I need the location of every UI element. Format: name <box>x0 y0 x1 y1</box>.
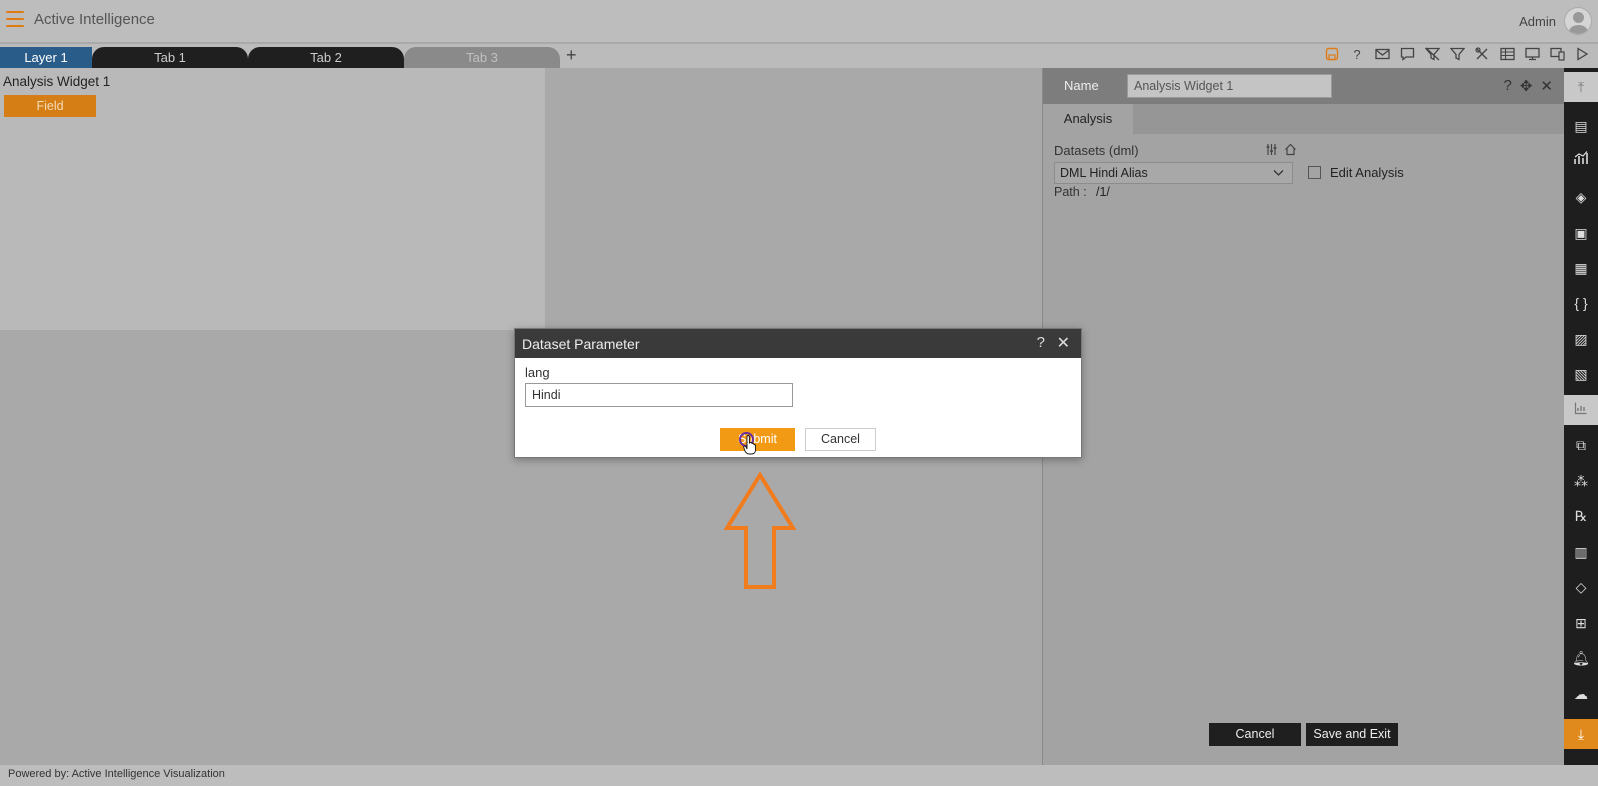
path-value: /1/ <box>1096 185 1110 199</box>
help-icon[interactable]: ? <box>1504 77 1512 95</box>
close-icon[interactable]: ✕ <box>1057 333 1070 353</box>
tab-analysis[interactable]: Analysis <box>1043 104 1133 134</box>
tab-3[interactable]: Tab 3 <box>404 47 560 68</box>
devices-icon[interactable] <box>1549 47 1565 63</box>
panel-cancel-button[interactable]: Cancel <box>1209 723 1301 746</box>
collapse-up-icon[interactable]: ⤒ <box>1564 72 1598 102</box>
field-button[interactable]: Field <box>4 95 96 117</box>
layers-icon[interactable]: ◇ <box>1564 572 1598 602</box>
play-icon[interactable] <box>1574 47 1590 63</box>
save-icon[interactable] <box>1324 47 1340 63</box>
chevron-down-icon <box>1273 163 1284 190</box>
add-tab-button[interactable]: + <box>566 45 577 66</box>
add-widget-icon[interactable]: ⊞ <box>1564 608 1598 638</box>
code-widget-icon[interactable]: { } <box>1564 288 1598 318</box>
footer: Powered by: Active Intelligence Visualiz… <box>0 765 1598 786</box>
hand-cursor-icon <box>743 435 756 455</box>
dataset-select[interactable]: DML Hindi Alias <box>1054 162 1293 184</box>
avatar[interactable] <box>1564 7 1592 35</box>
clear-filter-icon[interactable] <box>1424 47 1440 63</box>
report-widget-icon[interactable]: ▣ <box>1564 218 1598 248</box>
path-label: Path : <box>1054 185 1087 199</box>
edit-analysis-checkbox[interactable] <box>1308 166 1321 179</box>
move-icon[interactable]: ✥ <box>1520 77 1533 95</box>
toolbar: ? <box>1324 47 1590 63</box>
pivot-widget-icon[interactable]: ▧ <box>1564 359 1598 389</box>
cloud-upload-icon[interactable]: ☁ <box>1564 679 1598 709</box>
home-icon[interactable] <box>1284 143 1297 159</box>
param-label: lang <box>525 365 550 380</box>
footer-text: Powered by: Active Intelligence Visualiz… <box>8 768 225 780</box>
download-icon[interactable]: ⤓ <box>1564 719 1598 749</box>
comment-icon[interactable] <box>1399 47 1415 63</box>
alert-icon[interactable]: 🔔︎ <box>1564 643 1598 673</box>
submit-button[interactable]: Submit <box>720 428 795 451</box>
tab-2[interactable]: Tab 2 <box>248 47 404 68</box>
monitor-icon[interactable] <box>1524 47 1540 63</box>
panel-tabs: Analysis <box>1043 104 1565 134</box>
panel-header-icons: ? ✥ ✕ <box>1504 77 1554 95</box>
mail-icon[interactable] <box>1374 47 1390 63</box>
widget-name-input[interactable]: Analysis Widget 1 <box>1127 74 1332 98</box>
tools-icon[interactable] <box>1474 47 1490 63</box>
rx-widget-icon[interactable]: ℞ <box>1564 501 1598 531</box>
app-header: Active Intelligence Admin <box>0 0 1598 42</box>
document-widget-icon[interactable]: ▦ <box>1564 253 1598 283</box>
tab-1[interactable]: Tab 1 <box>92 47 248 68</box>
filter-icon[interactable] <box>1449 47 1465 63</box>
dataset-actions <box>1265 143 1297 159</box>
up-arrow-annotation <box>724 472 796 589</box>
form-widget-icon[interactable]: ▥ <box>1564 537 1598 567</box>
tab-bar: Layer 1 Tab 1 Tab 2 Tab 3 + ? <box>0 44 1598 68</box>
grid-widget-icon[interactable]: ▤ <box>1564 111 1598 141</box>
user-name[interactable]: Admin <box>1519 14 1556 29</box>
right-sidebar: ⤒ ▤ ◈ ▣ ▦ { } ▨ ▧ ⧉ ⁂ ℞ ▥ ◇ ⊞ 🔔︎ ☁ ⤓ <box>1564 68 1598 769</box>
chart-widget-icon[interactable] <box>1564 146 1598 176</box>
copy-widget-icon[interactable]: ⧉ <box>1564 430 1598 460</box>
sliders-icon[interactable] <box>1265 143 1278 159</box>
map-widget-icon[interactable]: ◈ <box>1564 182 1598 212</box>
app-title: Active Intelligence <box>34 11 155 28</box>
panel-header: Name Analysis Widget 1 ? ✥ ✕ <box>1043 68 1565 104</box>
table-icon[interactable] <box>1499 47 1515 63</box>
help-icon[interactable]: ? <box>1037 334 1045 351</box>
dataset-parameter-dialog: Dataset Parameter ? ✕ lang Hindi Submit … <box>514 328 1082 458</box>
dialog-title: Dataset Parameter <box>522 336 640 352</box>
close-icon[interactable]: ✕ <box>1540 77 1553 95</box>
save-and-exit-button[interactable]: Save and Exit <box>1306 723 1398 746</box>
tab-layer-1[interactable]: Layer 1 <box>0 47 92 68</box>
dataset-select-value: DML Hindi Alias <box>1060 166 1148 180</box>
analysis-widget[interactable]: Analysis Widget 1 Field <box>0 68 545 330</box>
datasets-label: Datasets (dml) <box>1054 143 1139 158</box>
help-icon[interactable]: ? <box>1349 47 1365 63</box>
edit-analysis-label: Edit Analysis <box>1330 165 1404 180</box>
widget-title: Analysis Widget 1 <box>3 74 111 89</box>
properties-panel: Name Analysis Widget 1 ? ✥ ✕ Analysis Da… <box>1042 68 1565 769</box>
cluster-widget-icon[interactable]: ⁂ <box>1564 466 1598 496</box>
dialog-cancel-button[interactable]: Cancel <box>805 428 876 451</box>
image-widget-icon[interactable]: ▨ <box>1564 324 1598 354</box>
analysis-widget-icon[interactable] <box>1564 395 1598 425</box>
param-input[interactable]: Hindi <box>525 383 793 407</box>
hamburger-menu-icon[interactable] <box>6 11 24 27</box>
canvas-area <box>545 68 1042 330</box>
dialog-header: Dataset Parameter ? ✕ <box>515 329 1081 358</box>
name-label: Name <box>1064 78 1099 93</box>
